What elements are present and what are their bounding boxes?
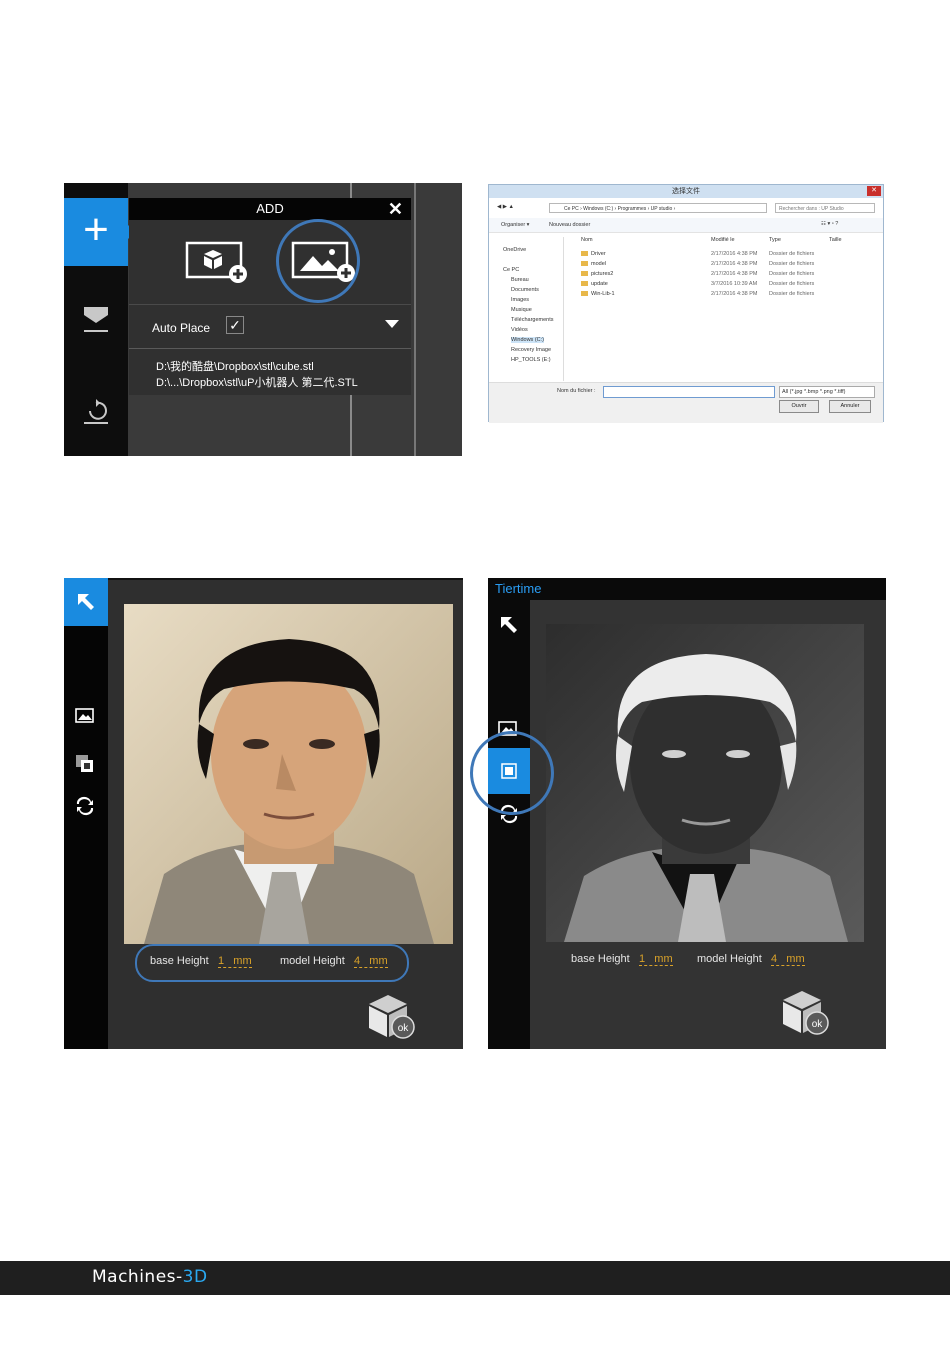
nav-item[interactable]: Ce PC — [503, 267, 519, 273]
select-tool-icon[interactable] — [498, 614, 520, 641]
add-dialog: ADD ✕ Auto Place ✓ D:\我的酷盘\Dropbox\stl\c… — [129, 198, 411, 395]
row-type: Dossier de fichiers — [769, 271, 815, 277]
table-row[interactable]: model — [581, 261, 606, 267]
row-type: Dossier de fichiers — [769, 291, 815, 297]
row-type: Dossier de fichiers — [769, 261, 815, 267]
highlight-circle — [276, 219, 360, 303]
model-height-unit: mm — [786, 953, 805, 965]
model-height-label: model Height — [697, 953, 762, 965]
nav-item[interactable]: OneDrive — [503, 247, 526, 253]
image-import-panel: base Height 1 mm model Height 4 mm ok — [64, 578, 463, 1049]
reset-icon[interactable] — [78, 395, 114, 432]
base-height-value: 1 — [639, 953, 646, 965]
image-icon[interactable] — [75, 707, 95, 730]
search-input[interactable]: Rechercher dans : UP Studio — [775, 203, 875, 213]
table-row[interactable]: pictures2 — [581, 271, 613, 277]
inverted-portrait-image — [546, 624, 864, 942]
base-height-value: 1 — [218, 955, 225, 967]
nav-item[interactable]: Téléchargements — [511, 317, 554, 323]
column-header[interactable]: Nom — [581, 237, 593, 243]
table-row[interactable]: Win-Lib-1 — [581, 291, 615, 297]
nav-arrows-icon[interactable]: ◀ ▶ ▲ — [497, 204, 514, 210]
row-date: 3/7/2016 10:39 AM — [711, 281, 758, 287]
column-header[interactable]: Modifié le — [711, 237, 735, 243]
ok-cube-button[interactable]: ok — [366, 992, 418, 1045]
base-height-label: base Height — [571, 953, 630, 965]
dialog-toolbar: Organiser ▾ Nouveau dossier ☷ ▾ ▫ ? — [489, 218, 883, 233]
column-header[interactable]: Type — [769, 237, 781, 243]
base-height-label: base Height — [150, 955, 209, 967]
nav-item[interactable]: HP_TOOLS (E:) — [511, 357, 551, 363]
filename-label: Nom du fichier : — [557, 388, 596, 394]
address-bar[interactable]: Ce PC › Windows (C:) › Programmes › UP s… — [549, 203, 767, 213]
model-height-input[interactable]: 4 mm — [354, 955, 388, 968]
image-invert-panel: Tiertime base Height 1 mm model Height 4… — [488, 578, 886, 1049]
dialog-footer: Nom du fichier : All (*.jpg *.bmp *.png … — [489, 382, 883, 423]
machines-3d-logo: Machines-3D — [92, 1267, 208, 1287]
ok-label: ok — [398, 1023, 410, 1034]
organize-button[interactable]: Organiser ▾ — [501, 222, 529, 228]
auto-place-label: Auto Place — [152, 321, 211, 335]
invert-icon[interactable] — [75, 754, 95, 779]
brand-logo: Tiertime — [495, 581, 542, 596]
nav-item[interactable]: Images — [511, 297, 529, 303]
add-button[interactable]: + — [64, 198, 128, 266]
view-options-icon[interactable]: ☷ ▾ ▫ ? — [821, 221, 838, 227]
add-dialog-title: ADD — [129, 198, 411, 220]
ok-label: ok — [812, 1019, 824, 1030]
nav-item[interactable]: Documents — [511, 287, 539, 293]
filetype-select[interactable]: All (*.jpg *.bmp *.png *.tiff) — [779, 386, 875, 398]
recent-file-item[interactable]: D:\我的酷盘\Dropbox\stl\cube.stl — [156, 358, 314, 374]
close-icon[interactable]: ✕ — [867, 186, 881, 196]
model-height-value: 4 — [354, 955, 361, 967]
nav-item[interactable]: Musique — [511, 307, 532, 313]
dialog-titlebar: 选择文件 — [489, 185, 883, 198]
row-date: 2/17/2016 4:38 PM — [711, 271, 758, 277]
viewport-gridline — [414, 183, 416, 456]
add-model-icon[interactable] — [185, 240, 249, 289]
nav-item[interactable]: Recovery Image — [511, 347, 551, 353]
table-row[interactable]: update — [581, 281, 608, 287]
row-type: Dossier de fichiers — [769, 251, 815, 257]
base-height-input[interactable]: 1 mm — [639, 953, 673, 966]
portrait-image — [124, 604, 453, 944]
row-date: 2/17/2016 4:38 PM — [711, 251, 758, 257]
highlight-circle — [470, 731, 554, 815]
app-header — [488, 578, 886, 600]
nav-item[interactable]: Bureau — [511, 277, 529, 283]
divider — [129, 304, 411, 305]
model-height-input[interactable]: 4 mm — [771, 953, 805, 966]
footer-bar: Machines-3D — [0, 1261, 950, 1295]
divider — [108, 578, 463, 580]
nav-item[interactable]: Windows (C:) — [511, 337, 545, 343]
column-header[interactable]: Taille — [829, 237, 842, 243]
row-type: Dossier de fichiers — [769, 281, 815, 287]
base-height-unit: mm — [654, 953, 673, 965]
recent-file-item[interactable]: D:\...\Dropbox\stl\uP小机器人 第二代.STL — [156, 374, 358, 390]
select-tool-button[interactable] — [64, 578, 108, 626]
ok-cube-button[interactable]: ok — [780, 988, 832, 1041]
table-row[interactable]: Driver — [581, 251, 606, 257]
close-icon[interactable]: ✕ — [388, 198, 403, 220]
divider — [129, 348, 411, 349]
navigation-pane: OneDrive Ce PC Bureau Documents Images M… — [495, 237, 564, 381]
open-button[interactable]: Ouvrir — [779, 400, 819, 413]
row-date: 2/17/2016 4:38 PM — [711, 291, 758, 297]
file-open-dialog: 选择文件 ✕ ◀ ▶ ▲ Ce PC › Windows (C:) › Prog… — [488, 184, 884, 423]
model-height-value: 4 — [771, 953, 778, 965]
base-height-input[interactable]: 1 mm — [218, 955, 252, 968]
model-height-label: model Height — [280, 955, 345, 967]
model-height-unit: mm — [369, 955, 388, 967]
cancel-button[interactable]: Annuler — [829, 400, 871, 413]
row-date: 2/17/2016 4:38 PM — [711, 261, 758, 267]
nav-item[interactable]: Vidéos — [511, 327, 528, 333]
auto-place-checkbox[interactable]: ✓ — [226, 316, 244, 334]
chevron-down-icon[interactable] — [385, 320, 399, 328]
base-height-unit: mm — [233, 955, 252, 967]
filename-input[interactable] — [603, 386, 775, 398]
add-screenshot: + ADD ✕ Auto Place ✓ D:\我的酷盘\Dropbox\stl… — [64, 183, 462, 456]
layers-icon[interactable] — [78, 303, 114, 340]
new-folder-button[interactable]: Nouveau dossier — [549, 222, 590, 228]
rotate-icon[interactable] — [74, 796, 96, 821]
